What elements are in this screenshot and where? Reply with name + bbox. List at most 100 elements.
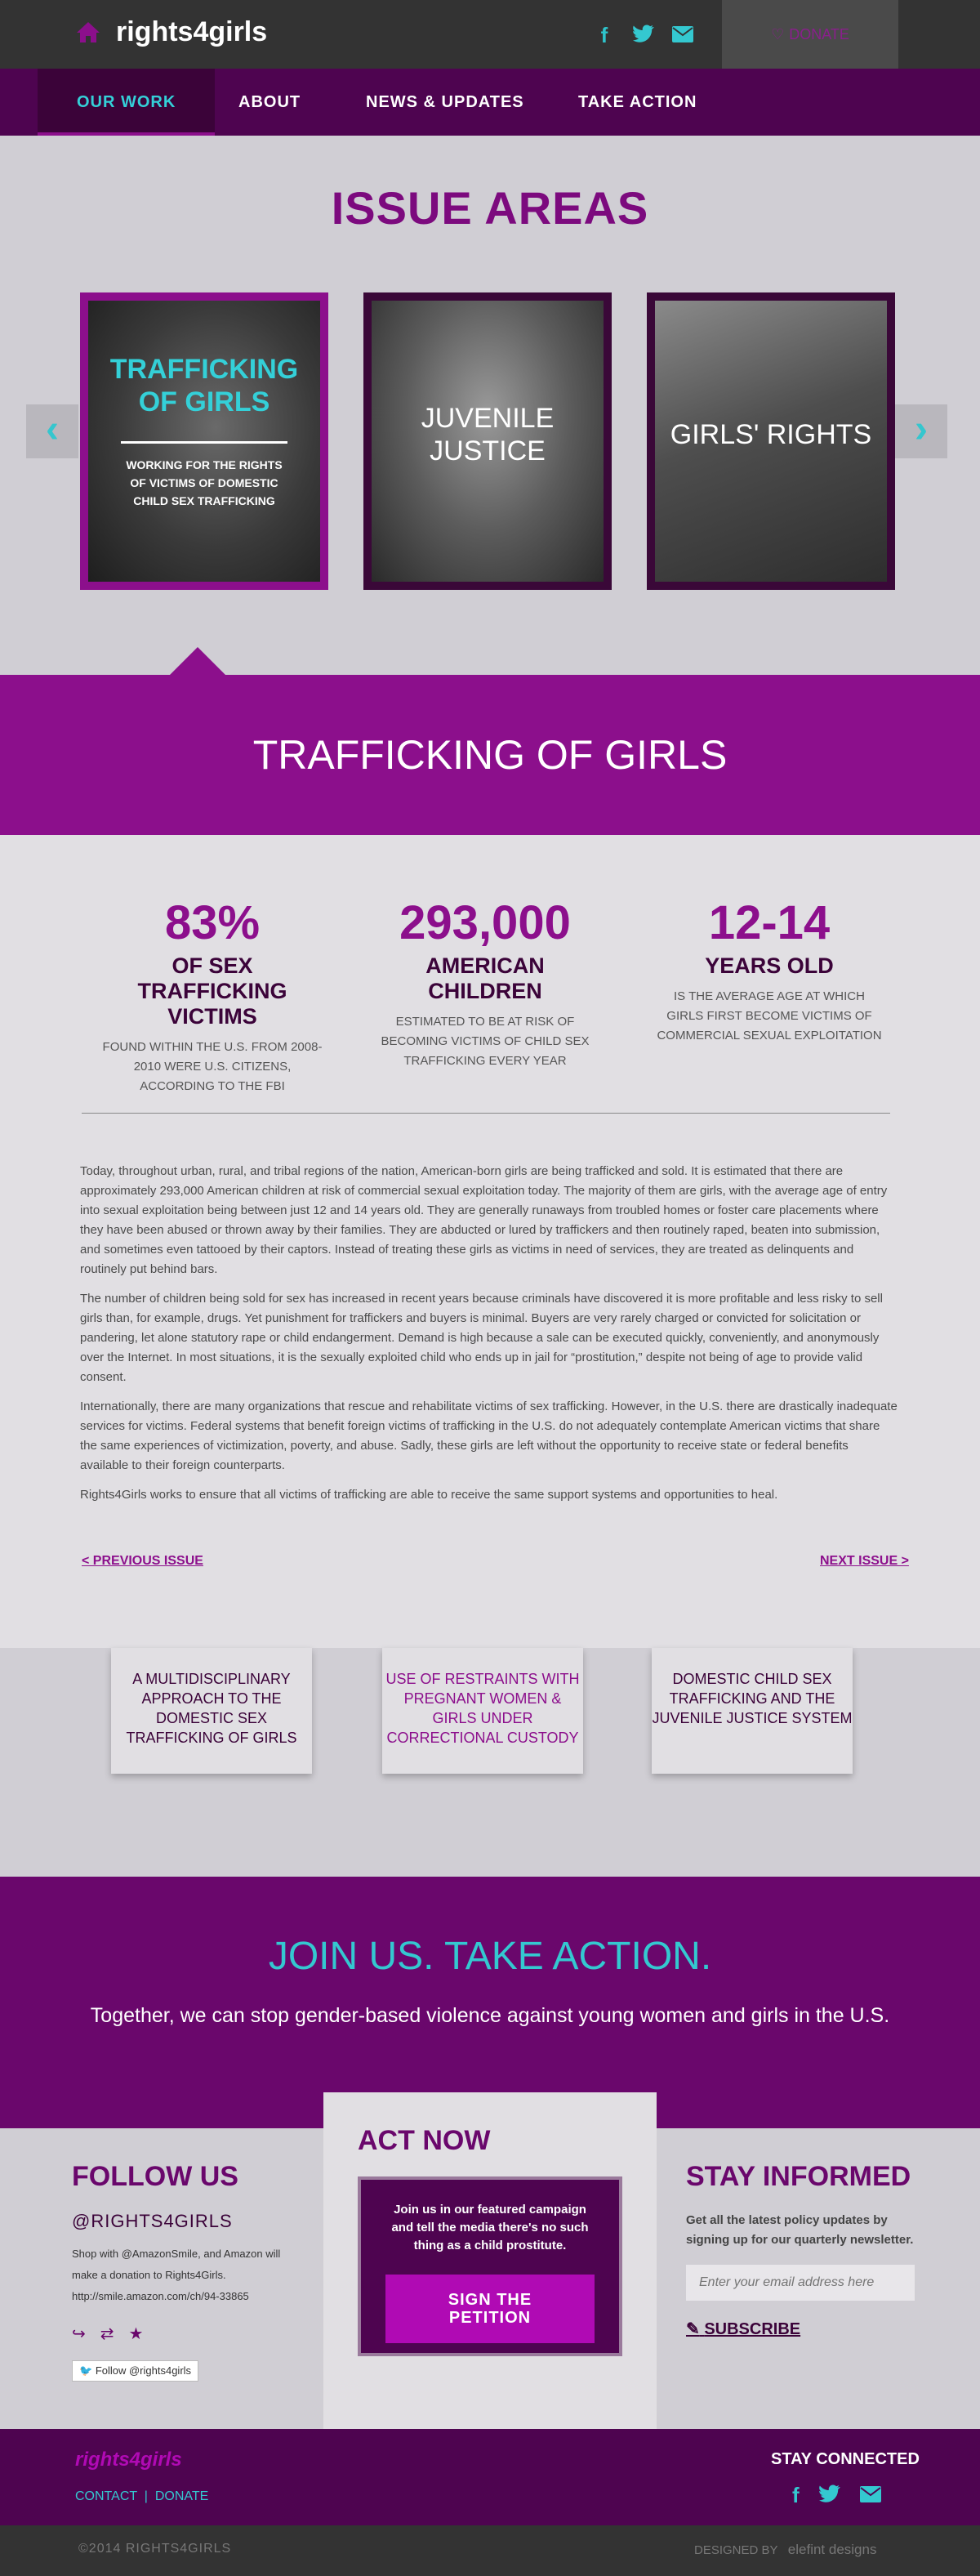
join-section: JOIN US. TAKE ACTION. Together, we can s…: [0, 1877, 980, 2128]
home-icon: [77, 21, 100, 42]
subscribe-label: SUBSCRIBE: [704, 2320, 801, 2338]
stat-value: 293,000: [399, 896, 571, 949]
twitter-icon[interactable]: [632, 23, 655, 48]
tweet-actions: ↪ ⇄ ★: [72, 2324, 284, 2344]
designed-by-label: DESIGNED BY: [694, 2543, 778, 2557]
divider: [121, 441, 287, 444]
copyright-text: ©2014 RIGHTS4GIRLS: [78, 2542, 232, 2556]
designer-credit[interactable]: DESIGNED BY elefint designs: [694, 2542, 876, 2558]
act-now-title: ACT NOW: [358, 2125, 491, 2156]
pencil-icon: ✎: [686, 2320, 700, 2338]
bottom-section: FOLLOW US @RIGHTS4GIRLS Shop with @Amazo…: [0, 2092, 980, 2429]
donate-link[interactable]: DONATE: [155, 2489, 208, 2503]
join-title: JOIN US. TAKE ACTION.: [268, 1935, 712, 1978]
stat-description: ESTIMATED TO BE AT RISK OF BECOMING VICT…: [381, 1015, 590, 1068]
carousel-next-button[interactable]: ›: [895, 404, 947, 458]
designer-name: elefint designs: [787, 2542, 877, 2557]
facebook-icon[interactable]: f: [792, 2483, 800, 2508]
stat-label: AMERICAN CHILDREN: [425, 953, 545, 1003]
reply-icon[interactable]: ↪: [72, 2324, 86, 2344]
issue-card-juvenile-justice[interactable]: JUVENILE JUSTICE: [363, 292, 612, 590]
top-bar: rights4girls f ♡ DONATE: [0, 0, 980, 69]
issue-areas-title: ISSUE AREAS: [331, 182, 649, 234]
email-icon[interactable]: [859, 2483, 881, 2508]
next-issue-link[interactable]: NEXT ISSUE >: [820, 1554, 909, 1569]
sign-petition-button[interactable]: SIGN THE PETITION: [385, 2275, 595, 2343]
issue-card-title: GIRLS' RIGHTS: [670, 419, 872, 450]
nav-our-work[interactable]: OUR WORK: [38, 69, 216, 136]
related-issue-card[interactable]: A MULTIDISCIPLINARY APPROACH TO THE DOME…: [111, 1648, 312, 1774]
footer-links: CONTACT | DONATE: [75, 2489, 208, 2504]
nav-about[interactable]: ABOUT: [238, 69, 301, 136]
act-now-panel: ACT NOW Join us in our featured campaign…: [323, 2092, 657, 2429]
tweet-text: Shop with @AmazonSmile, and Amazon will …: [72, 2248, 281, 2302]
stay-informed: STAY INFORMED Get all the latest policy …: [686, 2161, 931, 2339]
issue-photo: JUVENILE JUSTICE: [372, 301, 604, 582]
follow-us: FOLLOW US @RIGHTS4GIRLS Shop with @Amazo…: [72, 2161, 284, 2382]
favorite-icon[interactable]: ★: [129, 2324, 144, 2344]
related-issue-card[interactable]: DOMESTIC CHILD SEX TRAFFICKING AND THE J…: [652, 1648, 853, 1774]
stat-description: IS THE AVERAGE AGE AT WHICH GIRLS FIRST …: [657, 989, 882, 1042]
stat-block: 83% OF SEX TRAFFICKING VICTIMS FOUND WIT…: [98, 895, 327, 1096]
twitter-icon: 🐦: [79, 2364, 93, 2377]
stay-informed-title: STAY INFORMED: [686, 2161, 911, 2192]
divider: [82, 1113, 890, 1114]
stat-label: OF SEX TRAFFICKING VICTIMS: [137, 953, 287, 1029]
body-paragraph: The number of children being sold for se…: [80, 1292, 883, 1384]
issue-card-trafficking[interactable]: TRAFFICKING OF GIRLS WORKING FOR THE RIG…: [80, 292, 328, 590]
site-logo[interactable]: rights4girls: [75, 16, 267, 48]
join-subtitle: Together, we can stop gender-based viole…: [90, 2004, 890, 2027]
related-issues: A MULTIDISCIPLINARY APPROACH TO THE DOME…: [0, 1648, 980, 1877]
follow-button-label: Follow @rights4girls: [95, 2364, 192, 2377]
body-paragraph: Internationally, there are many organiza…: [80, 1400, 898, 1472]
email-icon[interactable]: [671, 23, 694, 48]
previous-issue-link[interactable]: < PREVIOUS ISSUE: [82, 1554, 203, 1569]
twitter-follow-button[interactable]: 🐦 Follow @rights4girls: [72, 2360, 199, 2382]
email-input[interactable]: [686, 2265, 915, 2301]
stat-value: 83%: [164, 896, 261, 949]
campaign-box: Join us in our featured campaign and tel…: [358, 2176, 622, 2356]
issue-photo: TRAFFICKING OF GIRLS WORKING FOR THE RIG…: [88, 301, 320, 582]
stat-block: 293,000 AMERICAN CHILDREN ESTIMATED TO B…: [371, 895, 599, 1071]
footer-logo[interactable]: rights4girls: [75, 2449, 182, 2471]
issue-areas-section: ISSUE AREAS ‹ › TRAFFICKING OF GIRLS WOR…: [0, 136, 980, 675]
stat-block: 12-14 YEARS OLD IS THE AVERAGE AGE AT WH…: [655, 895, 884, 1046]
body-paragraph: Today, throughout urban, rural, and trib…: [80, 1164, 888, 1276]
stat-description: FOUND WITHIN THE U.S. FROM 2008-2010 WER…: [102, 1040, 323, 1093]
stat-label: YEARS OLD: [705, 953, 834, 978]
issue-detail: 83% OF SEX TRAFFICKING VICTIMS FOUND WIT…: [0, 835, 980, 1648]
donate-button[interactable]: ♡ DONATE: [722, 0, 898, 69]
link-separator: |: [140, 2489, 155, 2503]
newsletter-text: Get all the latest policy updates by sig…: [686, 2213, 914, 2247]
campaign-text: Join us in our featured campaign and tel…: [391, 2203, 589, 2252]
logo-text: rights4girls: [116, 16, 268, 47]
chevron-right-icon: ›: [915, 408, 928, 451]
stay-connected-title: STAY CONNECTED: [771, 2450, 920, 2468]
subscribe-button[interactable]: ✎ SUBSCRIBE: [686, 2319, 931, 2339]
issue-photo: GIRLS' RIGHTS: [655, 301, 887, 582]
main-nav: OUR WORK ABOUT NEWS & UPDATES TAKE ACTIO…: [0, 69, 980, 136]
issue-body: Today, throughout urban, rural, and trib…: [80, 1162, 898, 1515]
issue-card-girls-rights[interactable]: GIRLS' RIGHTS: [647, 292, 895, 590]
issue-card-title: TRAFFICKING OF GIRLS: [109, 354, 299, 417]
issue-card-title: JUVENILE JUSTICE: [421, 403, 555, 467]
related-issue-card[interactable]: USE OF RESTRAINTS WITH PREGNANT WOMEN & …: [382, 1648, 583, 1774]
carousel-prev-button[interactable]: ‹: [26, 404, 78, 458]
donate-label: DONATE: [789, 25, 849, 42]
nav-news-updates[interactable]: NEWS & UPDATES: [366, 69, 524, 136]
footer-social-links: f: [792, 2483, 881, 2508]
facebook-icon[interactable]: f: [593, 23, 616, 48]
body-paragraph: Rights4Girls works to ensure that all vi…: [80, 1488, 778, 1502]
twitter-handle[interactable]: @RIGHTS4GIRLS: [72, 2211, 284, 2232]
twitter-icon[interactable]: [818, 2483, 840, 2508]
contact-link[interactable]: CONTACT: [75, 2489, 137, 2503]
retweet-icon[interactable]: ⇄: [100, 2324, 114, 2344]
follow-title: FOLLOW US: [72, 2161, 238, 2192]
copyright-bar: ©2014 RIGHTS4GIRLS DESIGNED BY elefint d…: [0, 2525, 980, 2576]
footer: rights4girls CONTACT | DONATE STAY CONNE…: [0, 2429, 980, 2525]
nav-take-action[interactable]: TAKE ACTION: [578, 69, 697, 136]
chevron-left-icon: ‹: [46, 408, 59, 451]
heart-icon: ♡: [771, 25, 785, 42]
selected-issue-title: TRAFFICKING OF GIRLS: [0, 675, 980, 835]
stat-value: 12-14: [708, 896, 831, 949]
